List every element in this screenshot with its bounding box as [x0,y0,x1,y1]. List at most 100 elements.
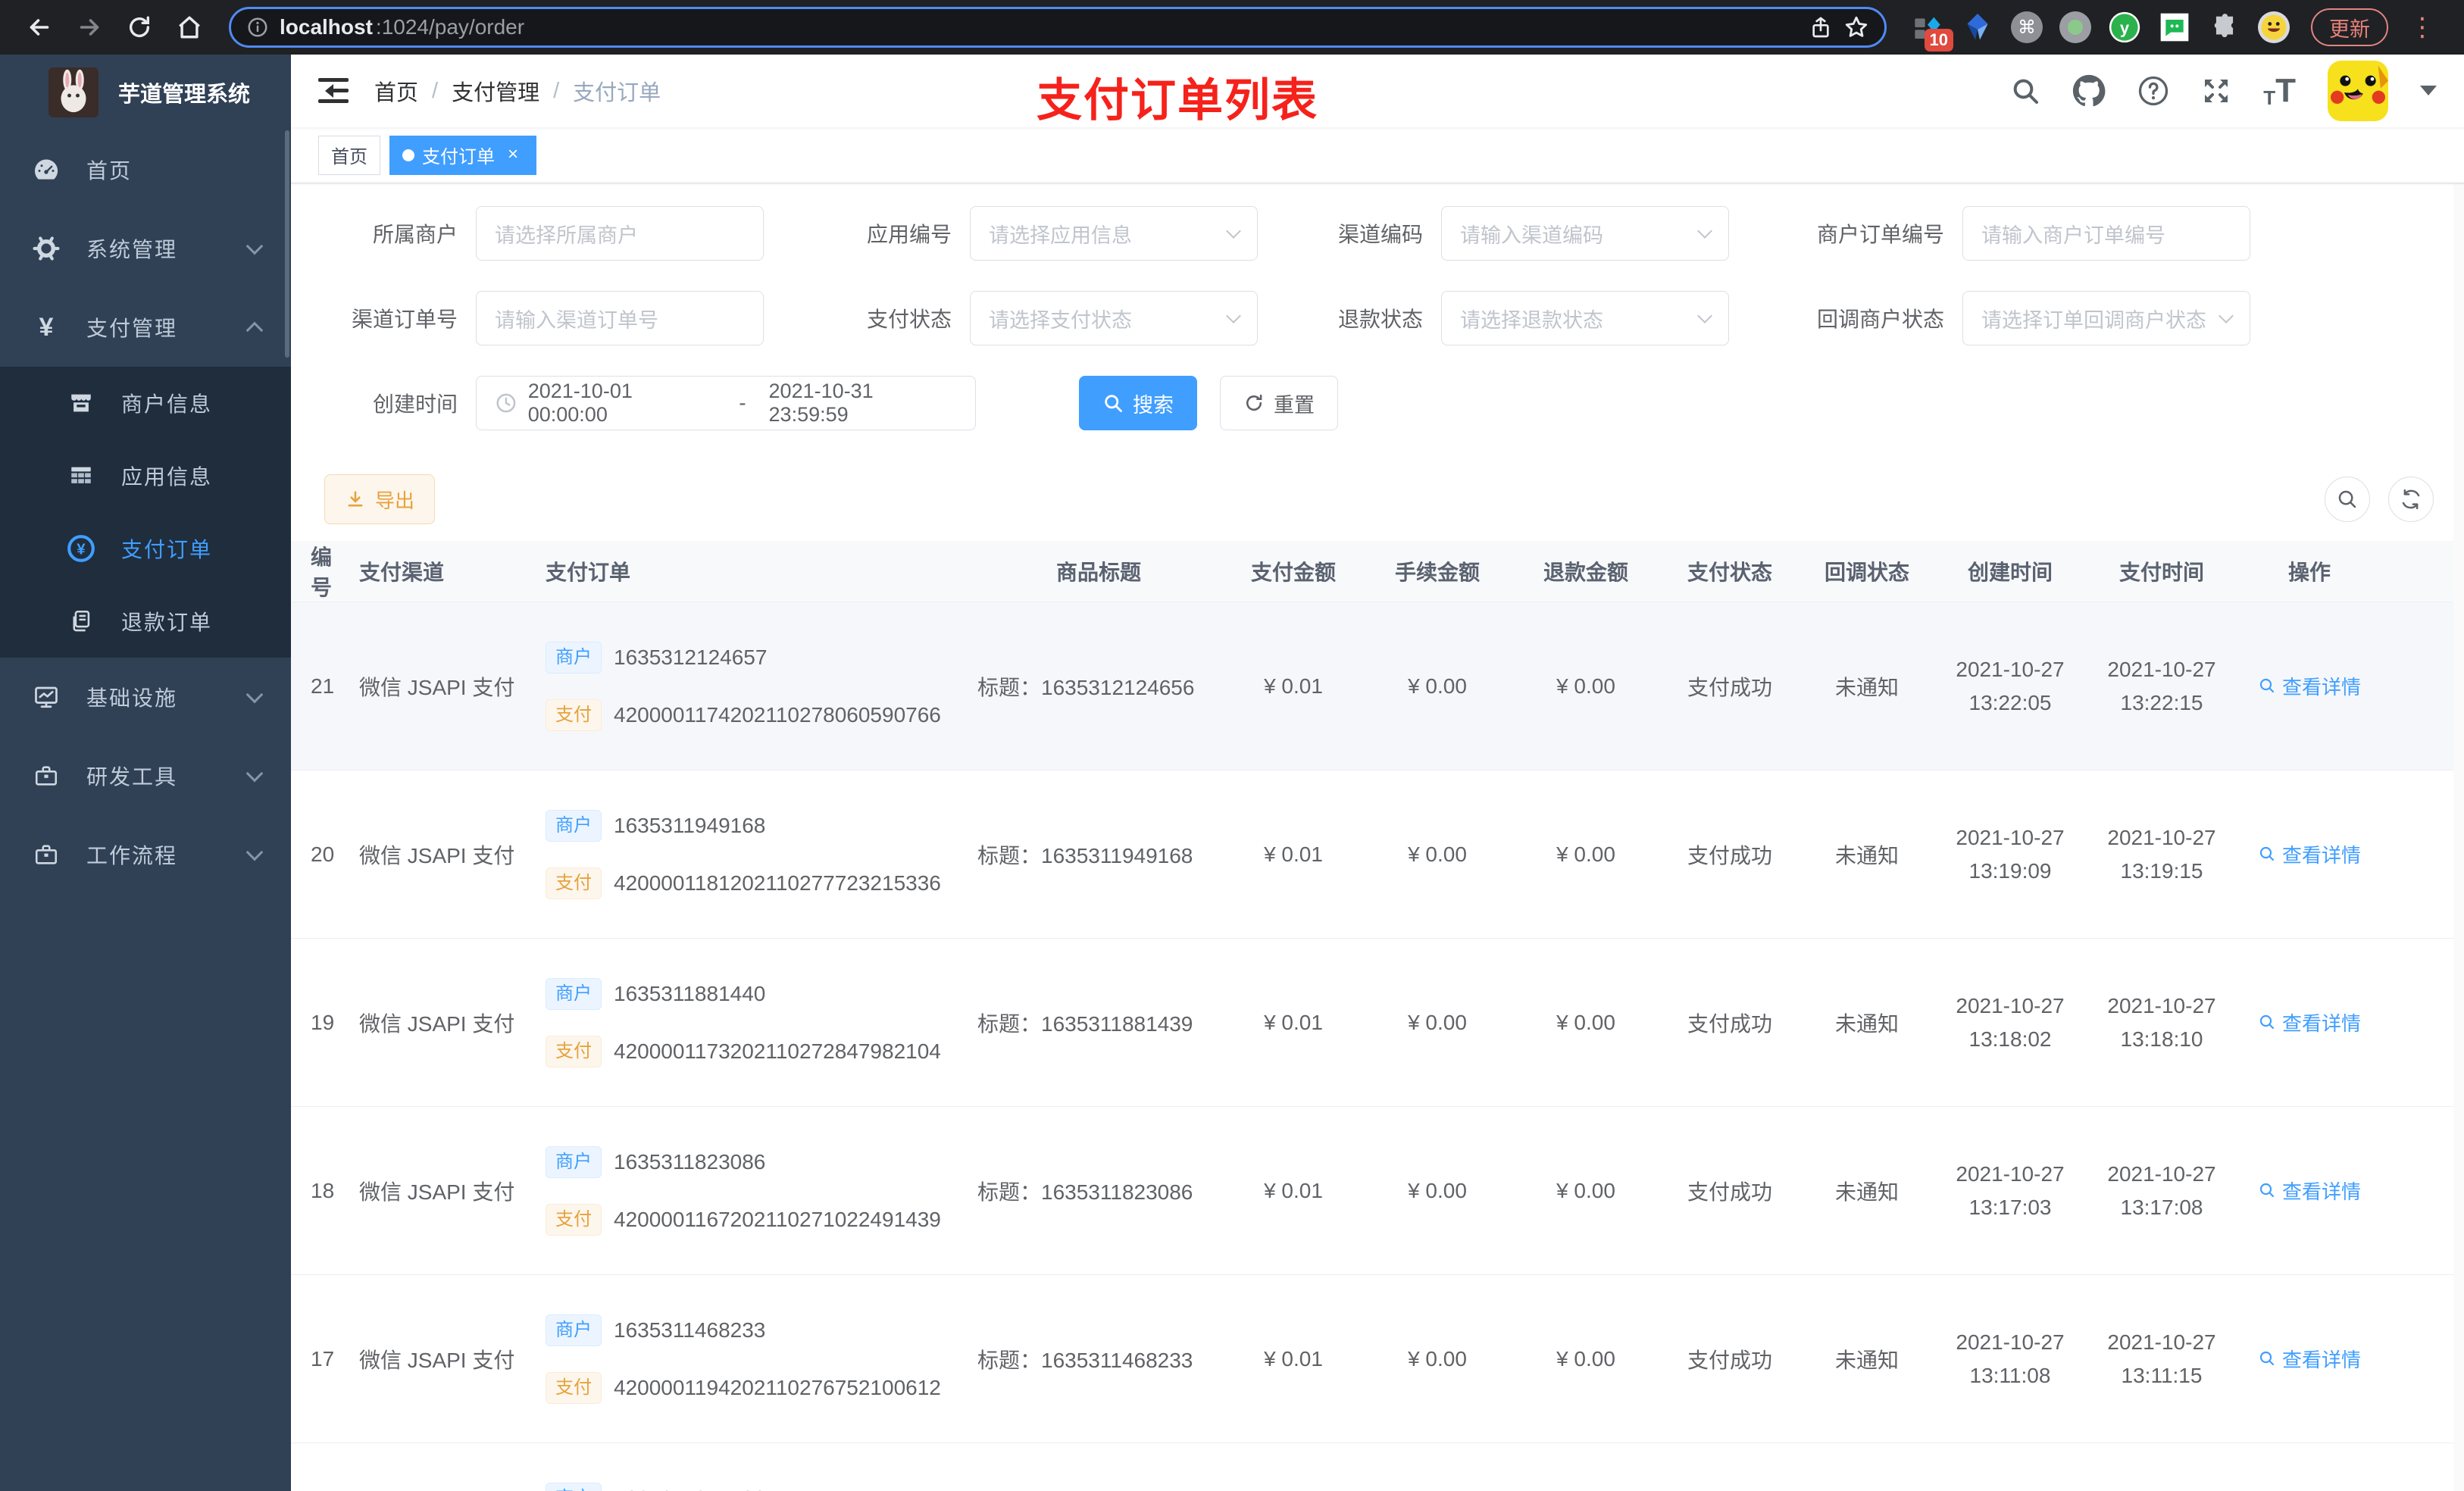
sidebar-item-app-info[interactable]: 应用信息 [0,439,291,512]
view-detail-link[interactable]: 查看详情 [2258,672,2361,700]
cell-title: 标题：1635311949168 [977,843,1193,867]
table-header-cell[interactable]: 操作 [2241,556,2385,586]
table-header-cell[interactable]: 创建时间 [1938,556,2090,586]
table-header-cell[interactable]: 退款金额 [1515,556,1664,586]
sidebar-item-merchant-info[interactable]: 商户信息 [0,367,291,439]
filter-input[interactable]: 请选择应用信息 [970,206,1258,261]
kite-extension-icon[interactable] [1961,11,1994,44]
sidebar-item-refund-order[interactable]: 退款订单 [0,585,291,658]
table-header-cell[interactable]: 商品标题 [977,556,1227,586]
filter-input[interactable]: 请输入商户订单编号 [1962,206,2250,261]
bookmark-star-icon[interactable] [1843,14,1869,40]
view-detail-link[interactable]: 查看详情 [2258,1008,2361,1036]
table-header-cell[interactable]: 编号 [311,541,359,602]
view-detail-link[interactable]: 查看详情 [2258,1345,2361,1373]
search-icon[interactable] [2010,76,2040,106]
tag-item[interactable]: 首页 [318,135,380,175]
table-row[interactable]: 19 微信 JSAPI 支付 商户 1635311881440 支付 4200001… [291,939,2464,1107]
extensions-puzzle-icon[interactable] [2208,11,2241,44]
sidebar-scrollbar[interactable] [285,130,289,358]
filter-input[interactable]: 请选择支付状态 [970,291,1258,345]
command-extension-icon[interactable]: ⌘ [2011,11,2043,43]
reset-button[interactable]: 重置 [1220,376,1338,430]
breadcrumb-home[interactable]: 首页 [374,75,418,107]
sidebar-item-workflow[interactable]: 工作流程 [0,815,291,894]
filter-input[interactable]: 请选择退款状态 [1441,291,1729,345]
filter-label: 渠道编码 [1337,223,1423,246]
breadcrumb-section[interactable]: 支付管理 [452,75,539,107]
chrome-menu-icon[interactable]: ⋮ [2405,12,2440,42]
table-header-cell[interactable]: 支付订单 [546,556,977,586]
cell-order-numbers: 商户 1635312124657 支付 4200001174202110278060… [546,641,977,731]
table-row[interactable]: 商户1635311354796 支付 [291,1443,2464,1491]
close-icon[interactable]: × [502,144,524,166]
sidebar-item-home[interactable]: 首页 [0,130,291,209]
table-row[interactable]: 17 微信 JSAPI 支付 商户 1635311468233 支付 4200001… [291,1275,2464,1443]
table-row[interactable]: 18 微信 JSAPI 支付 商户 1635311823086 支付 4200001… [291,1107,2464,1275]
cell-pay-amount: ¥ 0.01 [1264,674,1323,698]
cell-id: 18 [311,1178,335,1202]
sidebar-collapse-icon[interactable] [318,78,349,104]
filter-input[interactable]: 请输入渠道订单号 [476,291,764,345]
sidebar-item-label: 退款订单 [121,611,213,634]
sidebar-item-infrastructure[interactable]: 基础设施 [0,658,291,736]
cell-pay-status: 支付成功 [1687,675,1772,699]
help-icon[interactable] [2137,75,2169,107]
cell-create-time: 2021-10-27 13:17:03 [1956,1161,2065,1219]
chat-extension-icon[interactable] [2158,11,2191,44]
clock-icon [496,393,516,413]
table-header-cell[interactable]: 支付状态 [1664,556,1803,586]
view-detail-link[interactable]: 查看详情 [2258,1177,2361,1205]
filter-item: 商户订单编号 请输入商户订单编号 [1799,206,2250,261]
back-icon[interactable] [18,6,61,48]
user-menu-caret-icon[interactable] [2420,86,2437,104]
sidebar-item-devtools[interactable]: 研发工具 [0,736,291,815]
user-avatar[interactable] [2328,61,2388,121]
search-button[interactable]: 搜索 [1079,376,1197,430]
pay-tag: 支付 [546,867,602,899]
cell-id: 20 [311,842,335,866]
table-header-cell[interactable]: 回调状态 [1803,556,1938,586]
fullscreen-icon[interactable] [2201,76,2231,106]
forward-icon[interactable] [68,6,111,48]
chrome-update-button[interactable]: 更新 [2311,8,2388,46]
recorder-extension-icon[interactable] [2059,11,2091,43]
page-header: 首页 / 支付管理 / 支付订单 支付订单列表 TT [291,55,2464,127]
filter-input[interactable]: 请选择订单回调商户状态 [1962,291,2250,345]
table-row[interactable]: 20 微信 JSAPI 支付 商户 1635311949168 支付 4200001… [291,771,2464,939]
refresh-table-button[interactable] [2388,477,2434,522]
search-icon [2259,1183,2275,1198]
url-bar[interactable]: localhost:1024/pay/order [229,7,1887,48]
table-header-cell[interactable]: 支付渠道 [359,556,546,586]
page-scrollbar[interactable] [2453,55,2464,1491]
refresh-icon[interactable] [118,6,161,48]
sidebar: 芋道管理系统 首页 系统管理 ¥ 支付管理 商户信息 应用信息 ¥ 支付订单 退… [0,55,291,1491]
export-button[interactable]: 导出 [324,474,436,524]
table-header-cell[interactable]: 手续金额 [1367,556,1515,586]
header-actions: TT [2010,61,2437,121]
font-size-icon[interactable]: TT [2263,72,2296,110]
y-extension-icon[interactable]: y [2108,11,2141,44]
toggle-search-button[interactable] [2325,477,2370,522]
table-row[interactable]: 21 微信 JSAPI 支付 商户 1635312124657 支付 4200001… [291,602,2464,771]
table-header-cell[interactable]: 支付金额 [1227,556,1367,586]
filter-input[interactable]: 请选择所属商户 [476,206,764,261]
view-detail-link[interactable]: 查看详情 [2258,840,2361,868]
tag-item[interactable]: 支付订单 × [389,135,536,175]
sidebar-item-system[interactable]: 系统管理 [0,209,291,288]
share-icon[interactable] [1809,15,1833,39]
cell-refund-amount: ¥ 0.00 [1556,1178,1615,1202]
devtools-extension-icon[interactable]: 10 [1911,11,1953,52]
filter-label: 退款状态 [1337,308,1423,331]
filter-input[interactable]: 请输入渠道编码 [1441,206,1729,261]
date-range-input[interactable]: 2021-10-01 00:00:00 - 2021-10-31 23:59:5… [476,376,976,430]
app-logo[interactable]: 芋道管理系统 [0,55,291,130]
merchant-order-no: 1635311354796 [614,1486,765,1491]
github-icon[interactable] [2072,74,2106,108]
table-header-cell[interactable]: 支付时间 [2090,556,2241,586]
profile-avatar-icon[interactable] [2258,11,2290,43]
search-icon [2259,847,2275,861]
sidebar-item-pay-order[interactable]: ¥ 支付订单 [0,512,291,585]
home-icon[interactable] [168,6,211,48]
sidebar-item-pay[interactable]: ¥ 支付管理 [0,288,291,367]
